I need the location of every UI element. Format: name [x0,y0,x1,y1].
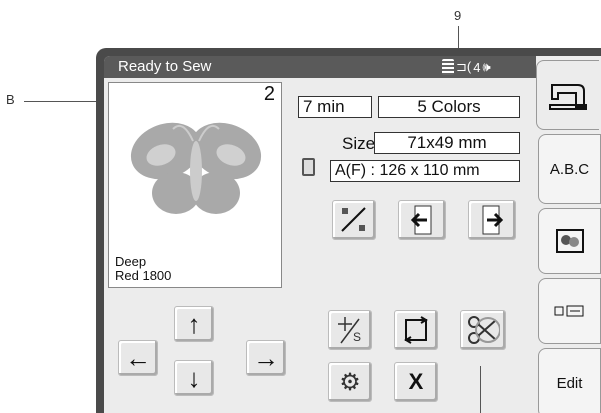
tab-edit[interactable]: Edit [538,348,601,413]
callout-label-9: 9 [454,8,462,23]
svg-text:S: S [353,330,361,344]
callout-label-b: B [6,92,15,107]
diagonal-split-icon [341,207,366,232]
arrow-down-icon: ↓ [187,362,201,393]
cancel-label: X [408,369,424,394]
tension-settings-button[interactable]: ⚙ [328,362,372,402]
pattern-picture-icon [555,229,584,253]
sewing-machine-icon [549,84,587,110]
callout-line-bottom [480,366,481,413]
move-left-button[interactable]: ← [118,340,158,376]
sewing-time: 7 min [298,96,372,118]
pattern-preview: 2 Deep Red 1800 [108,82,282,288]
color-sequence-number: 2 [263,83,275,105]
frame-trace-icon [404,316,428,344]
tab-sewing[interactable] [536,60,599,130]
title-bar: Ready to Sew ⊐( 4 🕪 [104,56,536,78]
arrow-left-icon: ← [125,342,151,373]
starting-point-button[interactable]: S [328,310,372,350]
hoop-size: A(F) : 126 x 110 mm [330,160,520,182]
gear-icon: ⚙ [339,368,361,396]
color-sort-button[interactable] [332,200,376,240]
next-color-button[interactable] [468,200,516,240]
pattern-size: 71x49 mm [374,132,520,154]
speaker-icon: 🕪 [482,59,491,74]
previous-color-button[interactable] [398,200,446,240]
butterfly-pattern-image [130,122,262,214]
start-point-icon: S [338,317,361,344]
move-down-button[interactable]: ↓ [174,360,214,396]
size-label: Size [342,134,376,153]
move-right-button[interactable]: → [246,340,286,376]
arrow-right-page-icon [482,205,504,235]
thread-count: 4 [473,59,481,75]
presser-foot-icon: ⊐( [456,59,472,74]
embroidery-frame-icon [302,158,315,176]
thread-cut-button[interactable] [460,310,506,350]
arrow-left-page-icon [410,205,432,235]
arrow-up-icon: ↑ [187,308,201,339]
thread-color-name: Deep Red 1800 [115,254,172,283]
side-tabs: A.B.C Edit [536,56,601,413]
lcd-screen: Ready to Sew ⊐( 4 🕪 2 Deep Red 1800 7 mi… [104,56,601,413]
tab-usb[interactable] [538,278,601,344]
tab-pattern[interactable] [538,208,601,274]
scissors-icon [468,316,500,344]
screen-title: Ready to Sew [118,58,212,75]
cancel-button[interactable]: X [394,362,438,402]
bobbin-icon [442,59,454,75]
arrow-right-icon: → [253,342,279,373]
usb-icon [554,305,583,317]
status-icons: ⊐( 4 🕪 [442,58,534,76]
move-up-button[interactable]: ↑ [174,306,214,342]
tab-abc[interactable]: A.B.C [538,134,601,204]
color-count: 5 Colors [378,96,520,118]
trial-button[interactable] [394,310,438,350]
